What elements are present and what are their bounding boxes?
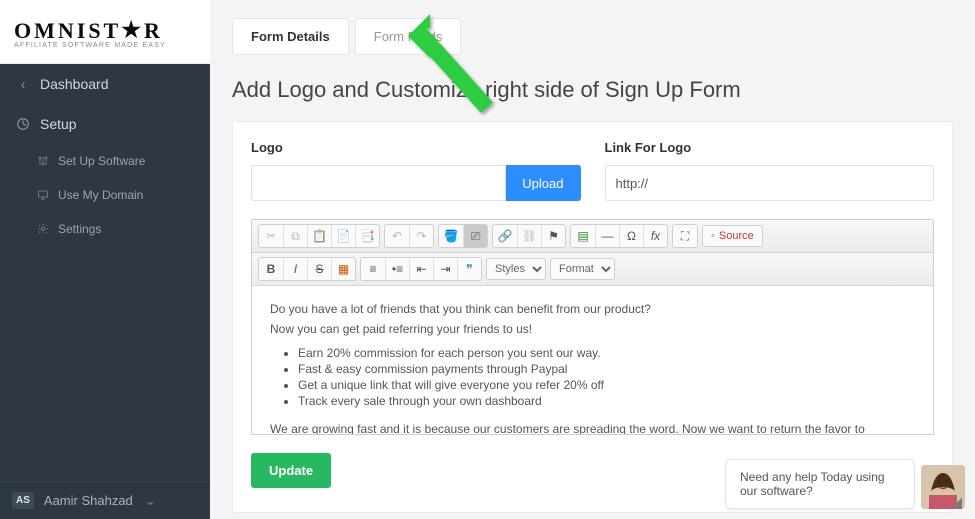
- logo-label: Logo: [251, 140, 581, 155]
- user-menu[interactable]: AS Aamir Shahzad ⌄: [0, 481, 210, 519]
- editor-intro-1: Do you have a lot of friends that you th…: [270, 302, 915, 316]
- ul-icon[interactable]: •≡: [385, 258, 409, 280]
- brand-tagline: AFFILIATE SOFTWARE MADE EASY: [14, 42, 196, 49]
- sidebar-spacer: [0, 246, 210, 481]
- strike-icon[interactable]: S: [307, 258, 331, 280]
- paste-icon[interactable]: 📋: [307, 225, 331, 247]
- editor-bullet-2: Get a unique link that will give everyon…: [298, 378, 915, 392]
- chat-avatar[interactable]: [921, 465, 965, 509]
- sliders-icon: [36, 155, 50, 167]
- image-icon[interactable]: ▤: [571, 225, 595, 247]
- page-title: Add Logo and Customize right side of Sig…: [232, 77, 953, 103]
- brand-name-pre: OMNIST: [14, 18, 121, 43]
- link-icon[interactable]: 🔗: [493, 225, 517, 247]
- editor-outro: We are growing fast and it is because ou…: [270, 422, 915, 434]
- dashboard-icon: [16, 117, 30, 131]
- user-name: Aamir Shahzad: [44, 493, 133, 508]
- unlink-icon[interactable]: ⛓: [517, 225, 541, 247]
- undo-icon[interactable]: ↶: [385, 225, 409, 247]
- brand-block: OMNIST★R AFFILIATE SOFTWARE MADE EASY: [0, 0, 210, 64]
- source-label: Source: [719, 230, 754, 242]
- format-select[interactable]: Format: [550, 258, 615, 280]
- tab-label-0: Form Details: [251, 29, 330, 44]
- source-button[interactable]: ◦ Source: [702, 225, 763, 247]
- nav-sub-settings[interactable]: Settings: [0, 212, 210, 246]
- paste-text-icon[interactable]: 📄: [331, 225, 355, 247]
- nav-sub-label-1: Use My Domain: [58, 188, 143, 202]
- remove-format-icon[interactable]: ⎚: [463, 225, 487, 247]
- tab-form-details[interactable]: Form Details: [232, 18, 349, 55]
- rich-text-editor: ✂ ⧉ 📋 📄 📑 ↶ ↷ 🪣 ⎚ 🔗 ⛓ ⚑: [251, 219, 934, 435]
- user-initials-badge: AS: [12, 492, 34, 509]
- nav-sub-setup-software[interactable]: Set Up Software: [0, 144, 210, 178]
- ol-icon[interactable]: ≡: [361, 258, 385, 280]
- copy-icon[interactable]: ⧉: [283, 225, 307, 247]
- nav-dashboard[interactable]: ‹ Dashboard: [0, 64, 210, 104]
- logo-file-input[interactable]: [251, 165, 506, 201]
- sidebar: OMNIST★R AFFILIATE SOFTWARE MADE EASY ‹ …: [0, 0, 210, 519]
- chat-widget[interactable]: Need any help Today using our software?: [725, 459, 965, 509]
- blockquote-icon[interactable]: ❞: [457, 258, 481, 280]
- upload-button[interactable]: Upload: [506, 165, 580, 201]
- editor-bullet-3: Track every sale through your own dashbo…: [298, 394, 915, 408]
- nav-sub-label-2: Settings: [58, 222, 101, 236]
- link-label: Link For Logo: [605, 140, 935, 155]
- source-icon: ◦: [711, 230, 715, 242]
- styles-select[interactable]: Styles: [486, 258, 546, 280]
- chevron-left-icon: ‹: [16, 76, 30, 92]
- color-icon[interactable]: ▦: [331, 258, 355, 280]
- update-button[interactable]: Update: [251, 453, 331, 488]
- gear-icon: [36, 223, 50, 235]
- bold-icon[interactable]: B: [259, 258, 283, 280]
- logo-link-input[interactable]: [605, 165, 935, 201]
- editor-bullet-1: Fast & easy commission payments through …: [298, 362, 915, 376]
- nav-sub-use-my-domain[interactable]: Use My Domain: [0, 178, 210, 212]
- tab-label-1: Form Fields: [374, 29, 443, 44]
- nav-setup[interactable]: Setup: [0, 104, 210, 144]
- brand-logo: OMNIST★R: [14, 18, 196, 44]
- indent-icon[interactable]: ⇥: [433, 258, 457, 280]
- star-icon: ★: [121, 17, 144, 43]
- maximize-icon[interactable]: ⛶: [673, 225, 697, 247]
- form-card: Logo Upload Link For Logo ✂ ⧉ 📋 📄 📑: [232, 121, 953, 513]
- anchor-icon[interactable]: ⚑: [541, 225, 565, 247]
- nav-setup-label: Setup: [40, 116, 77, 132]
- nav-sub-label-0: Set Up Software: [58, 154, 145, 168]
- monitor-icon: [36, 189, 50, 201]
- editor-bullet-0: Earn 20% commission for each person you …: [298, 346, 915, 360]
- chat-bubble[interactable]: Need any help Today using our software?: [725, 459, 915, 509]
- hr-icon[interactable]: —: [595, 225, 619, 247]
- fx-icon[interactable]: fx: [643, 225, 667, 247]
- tab-form-fields[interactable]: Form Fields: [355, 18, 462, 55]
- editor-content[interactable]: Do you have a lot of friends that you th…: [252, 286, 933, 434]
- cut-icon[interactable]: ✂: [259, 225, 283, 247]
- chat-text: Need any help Today using our software?: [740, 470, 885, 498]
- chevron-down-icon: ⌄: [145, 493, 156, 509]
- tab-bar: Form Details Form Fields: [232, 18, 953, 55]
- editor-intro-2: Now you can get paid referring your frie…: [270, 322, 915, 336]
- brand-name-post: R: [144, 18, 163, 43]
- redo-icon[interactable]: ↷: [409, 225, 433, 247]
- editor-bullets: Earn 20% commission for each person you …: [298, 346, 915, 408]
- outdent-icon[interactable]: ⇤: [409, 258, 433, 280]
- editor-toolbar-row-1: ✂ ⧉ 📋 📄 📑 ↶ ↷ 🪣 ⎚ 🔗 ⛓ ⚑: [252, 220, 933, 253]
- italic-icon[interactable]: I: [283, 258, 307, 280]
- nav-dashboard-label: Dashboard: [40, 76, 109, 92]
- editor-toolbar-row-2: B I S ▦ ≡ •≡ ⇤ ⇥ ❞ Styles Format: [252, 253, 933, 286]
- paint-bucket-icon[interactable]: 🪣: [439, 225, 463, 247]
- main-area: Form Details Form Fields Add Logo and Cu…: [210, 0, 975, 519]
- paste-word-icon[interactable]: 📑: [355, 225, 379, 247]
- special-char-icon[interactable]: Ω: [619, 225, 643, 247]
